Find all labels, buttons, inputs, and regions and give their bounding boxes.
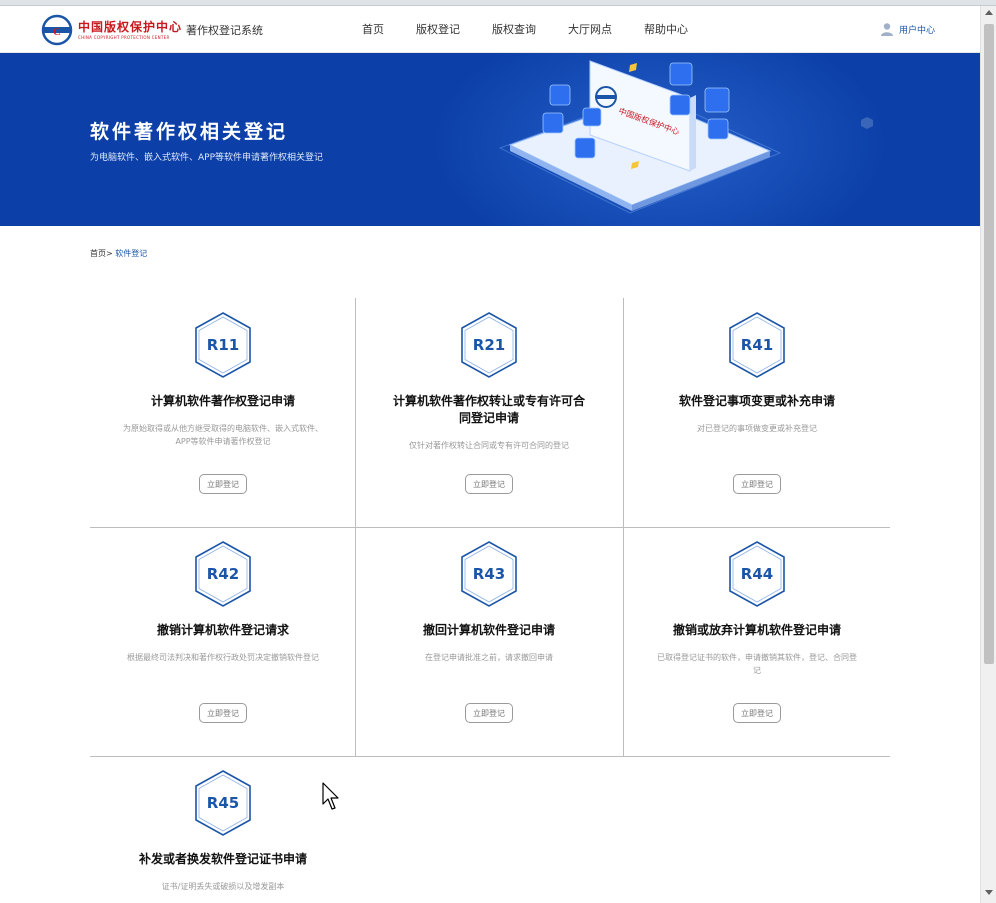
card-description: 仅针对著作权转让合同或专有许可合同的登记	[409, 441, 569, 450]
site-header: C 中国版权保护中心 CHINA COPYRIGHT PROTECTION CE…	[0, 6, 980, 53]
hexagon-badge: R42	[193, 540, 253, 608]
hexagon-badge: R41	[727, 311, 787, 379]
card-title: 补发或者换发软件登记证书申请	[138, 852, 307, 866]
scroll-up-arrow-icon[interactable]	[985, 10, 993, 15]
card-code: R42	[206, 565, 240, 583]
logo-english-name: CHINA COPYRIGHT PROTECTION CENTER	[78, 35, 170, 40]
hexagon-badge: R11	[193, 311, 253, 379]
nav-item-query[interactable]: 版权查询	[492, 21, 536, 37]
site-logo[interactable]: C 中国版权保护中心 CHINA COPYRIGHT PROTECTION CE…	[40, 14, 182, 46]
register-now-button[interactable]: 立即登记	[733, 474, 781, 494]
hexagon-badge: R44	[727, 540, 787, 608]
card-description: 已取得登记证书的软件，申请撤销其软件，登记、合同登记	[657, 653, 857, 675]
vertical-scrollbar[interactable]	[980, 6, 996, 903]
breadcrumb-current: 软件登记	[115, 249, 148, 258]
card-code: R45	[206, 794, 240, 812]
mouse-pointer-icon	[322, 782, 339, 810]
register-now-button[interactable]: 立即登记	[733, 703, 781, 723]
hexagon-badge: R45	[193, 769, 253, 837]
card-title: 计算机软件著作权登记申请	[150, 394, 295, 408]
breadcrumb-home[interactable]: 首页	[90, 249, 106, 258]
card-title: 软件登记事项变更或补充申请	[678, 394, 835, 408]
card-title: 撤回计算机软件登记申请	[422, 623, 555, 637]
hexagon-badge: R43	[459, 540, 519, 608]
nav-item-registration[interactable]: 版权登记	[416, 21, 460, 37]
breadcrumb-separator: >	[106, 249, 113, 258]
card-code: R21	[472, 336, 506, 354]
user-icon	[881, 23, 893, 36]
scrollbar-thumb[interactable]	[984, 24, 994, 664]
register-now-button[interactable]: 立即登记	[199, 703, 247, 723]
card-r41: R41 软件登记事项变更或补充申请 对已登记的事项做变更或补充登记 立即登记	[624, 298, 890, 527]
card-code: R43	[472, 565, 506, 583]
svg-text:C: C	[53, 26, 61, 38]
card-r11: R11 计算机软件著作权登记申请 为原始取得或从他方继受取得的电脑软件、嵌入式软…	[90, 298, 356, 527]
nav-item-home[interactable]: 首页	[362, 21, 384, 37]
card-r45: R45 补发或者换发软件登记证书申请 证书/证明丢失或破损以及增发副本	[90, 756, 356, 903]
user-center-link[interactable]: 用户中心	[880, 22, 935, 36]
system-name: 著作权登记系统	[186, 24, 263, 37]
register-now-button[interactable]: 立即登记	[465, 703, 513, 723]
card-title: 撤销或放弃计算机软件登记申请	[672, 623, 841, 637]
isometric-illustration: 中国版权保护中心	[498, 60, 873, 214]
card-r44: R44 撤销或放弃计算机软件登记申请 已取得登记证书的软件，申请撤销其软件，登记…	[624, 527, 890, 756]
nav-item-help[interactable]: 帮助中心	[644, 21, 688, 37]
breadcrumb: 首页> 软件登记	[90, 248, 147, 259]
hexagon-badge: R21	[459, 311, 519, 379]
user-center-label: 用户中心	[899, 25, 936, 36]
logo-chinese-name: 中国版权保护中心	[78, 20, 183, 34]
scroll-down-arrow-icon[interactable]	[985, 890, 993, 895]
card-r43: R43 撤回计算机软件登记申请 在登记申请批准之前，请求撤回申请 立即登记	[356, 527, 622, 756]
register-now-button[interactable]: 立即登记	[465, 474, 513, 494]
card-description: 在登记申请批准之前，请求撤回申请	[425, 653, 553, 662]
banner-title: 软件著作权相关登记	[90, 121, 289, 143]
card-r21: R21 计算机软件著作权转让或专有许可合同登记申请 仅针对著作权转让合同或专有许…	[356, 298, 622, 527]
register-now-button[interactable]: 立即登记	[199, 474, 247, 494]
card-description: 对已登记的事项做变更或补充登记	[697, 424, 817, 433]
card-description: 根据最终司法判决和著作权行政处罚决定撤销软件登记	[127, 653, 319, 662]
card-description: 证书/证明丢失或破损以及增发副本	[161, 882, 285, 891]
card-r42: R42 撤销计算机软件登记请求 根据最终司法判决和著作权行政处罚决定撤销软件登记…	[90, 527, 356, 756]
nav-item-service-halls[interactable]: 大厅网点	[568, 21, 612, 37]
card-code: R41	[740, 336, 774, 354]
card-description: 为原始取得或从他方继受取得的电脑软件、嵌入式软件、APP等软件申请著作权登记	[123, 424, 323, 446]
card-title: 计算机软件著作权转让或专有许可合同登记申请	[392, 394, 585, 425]
main-nav: 首页 版权登记 版权查询 大厅网点 帮助中心	[362, 21, 720, 37]
hero-banner: 软件著作权相关登记 为电脑软件、嵌入式软件、APP等软件申请著作权相关登记 中国…	[0, 53, 980, 226]
card-code: R11	[206, 336, 240, 354]
card-title: 撤销计算机软件登记请求	[156, 623, 289, 637]
card-code: R44	[740, 565, 774, 583]
copyright-center-logo-icon: C	[41, 14, 73, 46]
banner-subtitle: 为电脑软件、嵌入式软件、APP等软件申请著作权相关登记	[90, 153, 324, 163]
